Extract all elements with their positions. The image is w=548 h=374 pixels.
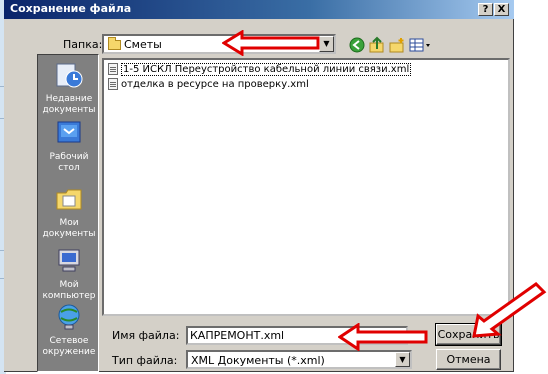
cancel-button[interactable]: Отмена	[436, 349, 501, 370]
filetype-label: Тип файла:	[112, 354, 178, 367]
close-button[interactable]: X	[494, 3, 509, 16]
save-file-dialog: Сохранение файла ? X Папка: Сметы ▼ Неда…	[4, 0, 514, 372]
place-my-documents[interactable]: Мои документы	[38, 185, 100, 240]
place-recent-documents[interactable]: Недавние документы	[38, 61, 100, 116]
dialog-title: Сохранение файла	[10, 2, 132, 15]
desktop-icon	[57, 121, 81, 143]
place-label: Сетевое окружение	[42, 336, 96, 357]
back-icon[interactable]	[348, 36, 366, 54]
background-right	[518, 0, 548, 374]
view-menu-icon[interactable]	[408, 36, 434, 54]
up-folder-icon[interactable]	[368, 36, 386, 54]
look-in-combo[interactable]: Сметы ▼	[102, 34, 336, 54]
file-item[interactable]: 1-5 ИСКЛ Переустройство кабельной линии …	[108, 63, 412, 76]
look-in-label: Папка:	[63, 38, 103, 51]
filetype-select[interactable]: XML Документы (*.xml) ▼	[186, 350, 412, 369]
recent-documents-icon	[56, 63, 83, 88]
look-in-value: Сметы	[124, 38, 162, 51]
file-list[interactable]: 1-5 ИСКЛ Переустройство кабельной линии …	[102, 58, 510, 316]
chevron-down-icon[interactable]: ▼	[319, 36, 334, 52]
my-documents-icon	[56, 189, 82, 210]
place-desktop[interactable]: Рабочий стол	[38, 119, 100, 174]
network-icon	[58, 304, 80, 330]
filename-label: Имя файла:	[112, 329, 180, 342]
place-label: Недавние документы	[42, 94, 96, 115]
file-name: 1-5 ИСКЛ Переустройство кабельной линии …	[121, 63, 412, 76]
chevron-down-icon[interactable]: ▼	[395, 352, 410, 367]
places-bar: Недавние документы Рабочий стол Мои доку…	[37, 54, 99, 372]
place-label: Мой компьютер	[42, 280, 96, 301]
help-button[interactable]: ?	[478, 3, 493, 16]
xml-file-icon	[108, 78, 118, 90]
place-label: Мои документы	[42, 218, 96, 239]
file-name: отделка в ресурсе на проверку.xml	[121, 79, 309, 90]
save-button[interactable]: Сохранить	[435, 323, 502, 346]
folder-icon	[108, 37, 121, 50]
filetype-value: XML Документы (*.xml)	[191, 354, 325, 367]
title-bar: Сохранение файла ? X	[4, 0, 514, 19]
my-computer-icon	[58, 249, 80, 272]
place-network[interactable]: Сетевое окружение	[38, 303, 100, 358]
place-my-computer[interactable]: Мой компьютер	[38, 247, 100, 302]
xml-file-icon	[108, 63, 118, 75]
new-folder-icon[interactable]	[388, 36, 406, 54]
filename-input[interactable]: КАПРЕМОНТ.xml	[186, 326, 408, 345]
file-item[interactable]: отделка в ресурсе на проверку.xml	[108, 78, 309, 91]
place-label: Рабочий стол	[49, 152, 89, 173]
